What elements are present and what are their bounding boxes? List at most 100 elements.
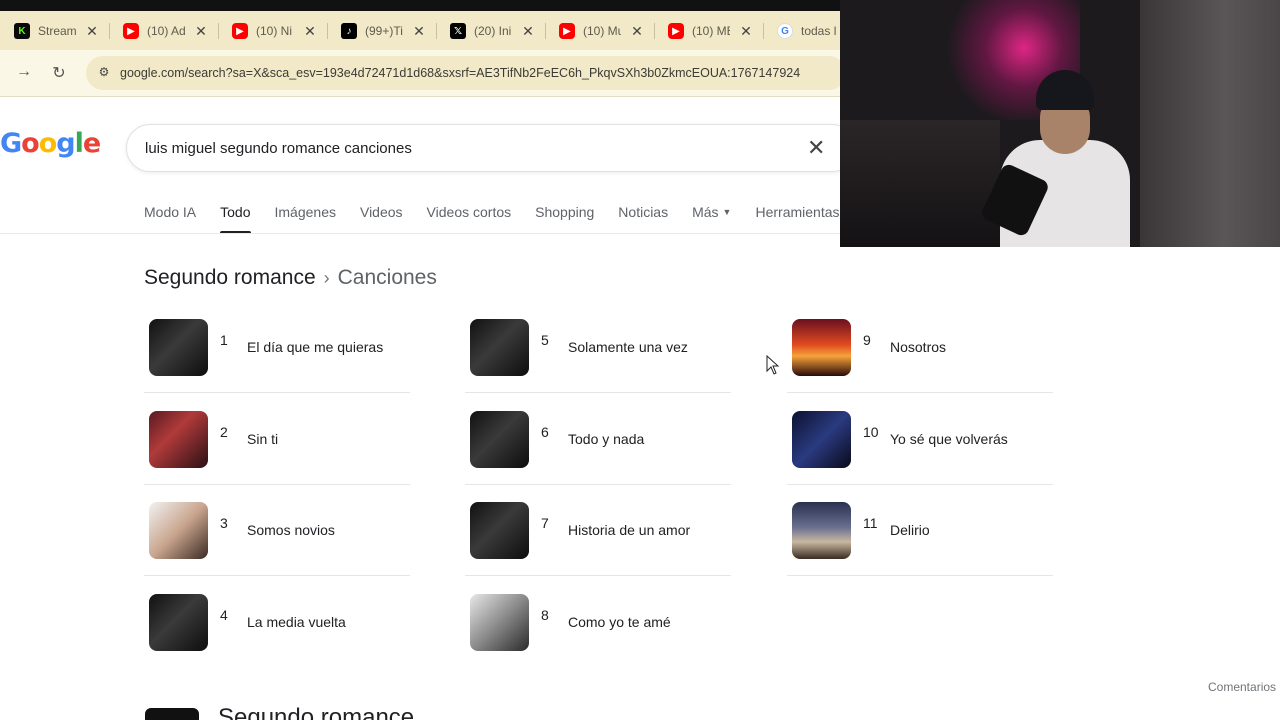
screen: K Stream ✕ ▶ (10) Ad ✕ ▶ (10) Ni ✕ ♪ (99+)Ti ✕ 𝕏 (20)… [0,0,1280,720]
song-title[interactable]: Solamente una vez [568,339,688,355]
song-thumbnail[interactable] [792,319,851,376]
youtube-icon: ▶ [559,23,575,39]
tiktok-icon: ♪ [341,23,357,39]
song-title[interactable]: Todo y nada [568,431,644,447]
song-thumbnail[interactable] [470,502,529,559]
google-icon: G [777,23,793,39]
search-tab[interactable]: Videos [360,204,403,234]
tab-close-icon[interactable]: ✕ [303,23,317,40]
song-thumbnail[interactable] [149,502,208,559]
breadcrumb-album[interactable]: Segundo romance [144,266,316,289]
song-thumbnail[interactable] [149,594,208,651]
song-title[interactable]: Somos novios [247,522,335,538]
browser-tab[interactable]: ♪ (99+)Ti ✕ [327,12,436,50]
song-item[interactable]: 5 Solamente una vez [465,317,731,409]
search-tab[interactable]: Herramientas [755,204,839,234]
next-album-thumb[interactable] [145,708,199,720]
forward-icon[interactable]: → [14,63,34,81]
search-tab[interactable]: Todo [220,204,251,234]
url-text[interactable]: google.com/search?sa=X&sca_esv=193e4d724… [120,66,840,80]
tab-close-icon[interactable]: ✕ [194,23,208,40]
search-tab[interactable]: Imágenes [275,204,336,234]
tab-close-icon[interactable]: ✕ [739,23,753,40]
song-item[interactable]: 8 Como yo te amé [465,592,731,684]
search-tab-label: Videos [359,204,403,220]
site-info-icon[interactable]: ⚙ [96,65,112,81]
tab-close-icon[interactable]: ✕ [412,23,426,40]
search-tab[interactable]: Más ▼ [692,204,731,234]
song-thumbnail[interactable] [470,411,529,468]
song-item[interactable]: 6 Todo y nada [465,409,731,501]
webcam-wall [1140,0,1280,247]
song-thumbnail[interactable] [149,319,208,376]
song-number: 3 [220,515,228,531]
tab-close-icon[interactable]: ✕ [630,23,644,40]
browser-tab[interactable]: ▶ (10) Ni ✕ [218,12,327,50]
song-number: 6 [541,424,549,440]
song-number: 7 [541,515,549,531]
tab-title: (10) Ni [256,24,293,38]
song-thumbnail[interactable] [792,411,851,468]
next-section-title: Segundo romance [218,704,415,720]
song-title[interactable]: Delirio [890,522,930,538]
song-item[interactable]: 7 Historia de un amor [465,500,731,592]
song-title[interactable]: El día que me quieras [247,339,383,355]
song-number: 10 [863,424,879,440]
webcam-overlay [840,0,1280,247]
tab-title: (99+)Ti [365,24,403,38]
caret-down-icon: ▼ [722,207,732,217]
song-title[interactable]: Sin ti [247,431,278,447]
browser-tab[interactable]: ▶ (10) ME ✕ [654,12,763,50]
song-divider [144,392,410,393]
song-item[interactable]: 10 Yo sé que volverás [787,409,1053,501]
song-title[interactable]: Nosotros [890,339,946,355]
tab-title: Stream [38,24,76,38]
search-tab-label: Herramientas [755,204,840,220]
tab-close-icon[interactable]: ✕ [85,23,99,40]
search-tab-label: Todo [220,204,251,220]
song-divider [465,575,731,576]
song-title[interactable]: Como yo te amé [568,614,671,630]
song-item[interactable]: 2 Sin ti [144,409,410,501]
browser-tab[interactable]: K Stream ✕ [0,12,109,50]
song-divider [787,484,1053,485]
tab-close-icon[interactable]: ✕ [521,23,535,40]
search-tab[interactable]: Videos cortos [427,204,512,234]
search-tab[interactable]: Modo IA [144,204,196,234]
tab-title: (20) Ini [474,24,512,38]
browser-tab[interactable]: ▶ (10) Mu ✕ [545,12,654,50]
tabs-divider [0,233,840,234]
search-tab[interactable]: Shopping [535,204,594,234]
song-item[interactable]: 4 La media vuelta [144,592,410,684]
search-input[interactable]: luis miguel segundo romance canciones [145,140,412,157]
search-box[interactable]: luis miguel segundo romance canciones ✕ [126,124,856,172]
song-item[interactable]: 1 El día que me quieras [144,317,410,409]
song-title[interactable]: Historia de un amor [568,522,690,538]
feedback-link[interactable]: Comentarios [1208,680,1276,694]
breadcrumb-section: Canciones [337,266,437,289]
logo-letter: l [74,128,84,159]
search-tab-label: Modo IA [144,204,197,220]
google-logo[interactable]: Google [0,128,101,159]
address-bar[interactable]: ⚙ google.com/search?sa=X&sca_esv=193e4d7… [86,56,846,90]
clear-search-icon[interactable]: ✕ [807,135,825,161]
song-item[interactable]: 9 Nosotros [787,317,1053,409]
song-title[interactable]: Yo sé que volverás [890,431,1008,447]
song-thumbnail[interactable] [470,319,529,376]
reload-icon[interactable]: ↻ [49,63,69,83]
browser-tabstrip: K Stream ✕ ▶ (10) Ad ✕ ▶ (10) Ni ✕ ♪ (99+)Ti ✕ 𝕏 (20)… [0,0,840,50]
song-divider [465,392,731,393]
song-item[interactable]: 11 Delirio [787,500,1053,592]
browser-tab[interactable]: 𝕏 (20) Ini ✕ [436,12,545,50]
logo-letter: e [82,128,101,159]
youtube-icon: ▶ [123,23,139,39]
song-thumbnail[interactable] [792,502,851,559]
song-title[interactable]: La media vuelta [247,614,346,630]
song-item[interactable]: 3 Somos novios [144,500,410,592]
browser-tab[interactable]: ▶ (10) Ad ✕ [109,12,218,50]
tab-title: todas l [801,24,837,38]
song-thumbnail[interactable] [149,411,208,468]
song-thumbnail[interactable] [470,594,529,651]
logo-letter: g [56,128,75,159]
search-tab[interactable]: Noticias [618,204,668,234]
